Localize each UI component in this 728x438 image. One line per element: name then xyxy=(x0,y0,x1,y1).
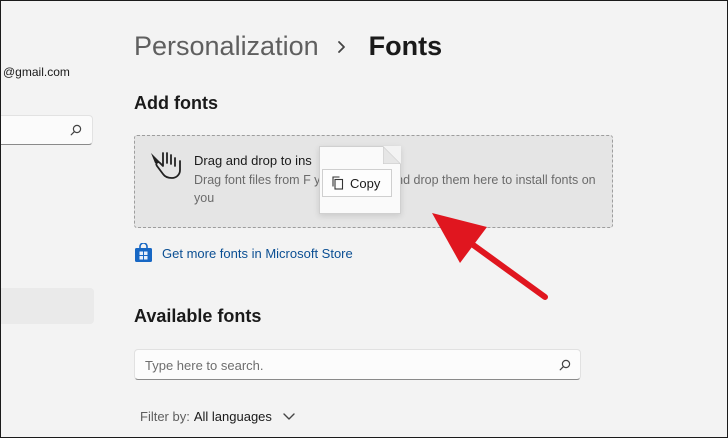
chevron-down-icon xyxy=(283,412,295,420)
search-icon xyxy=(559,359,571,371)
breadcrumb-parent[interactable]: Personalization xyxy=(134,31,319,62)
nav-search-input[interactable] xyxy=(1,115,93,145)
font-search-input[interactable] xyxy=(145,356,545,374)
copy-icon xyxy=(332,176,344,190)
add-fonts-heading: Add fonts xyxy=(134,93,218,113)
language-filter[interactable]: Filter by: All languages xyxy=(140,409,296,424)
page-fold-icon xyxy=(383,146,401,164)
dropzone-title: Drag and drop to ins xyxy=(194,153,312,168)
font-search-box[interactable] xyxy=(134,349,581,380)
get-more-fonts-link[interactable]: Get more fonts in Microsoft Store xyxy=(134,243,353,263)
get-more-fonts-label: Get more fonts in Microsoft Store xyxy=(162,245,353,261)
page-title: Fonts xyxy=(368,31,443,61)
available-fonts-heading: Available fonts xyxy=(134,306,262,326)
search-icon xyxy=(70,124,82,136)
drag-hand-icon xyxy=(151,152,181,179)
nav-item-selected[interactable] xyxy=(1,288,94,324)
settings-window: @gmail.com Personalization Fonts Add fon… xyxy=(0,0,728,438)
chevron-right-icon xyxy=(337,40,345,53)
copy-label: Copy xyxy=(350,175,381,191)
copy-drag-badge: Copy xyxy=(322,169,392,197)
account-email: @gmail.com xyxy=(3,65,70,79)
filter-label: Filter by: xyxy=(140,409,190,424)
store-icon xyxy=(135,243,152,262)
breadcrumb: Personalization Fonts xyxy=(134,31,442,62)
filter-value: All languages xyxy=(193,409,272,424)
